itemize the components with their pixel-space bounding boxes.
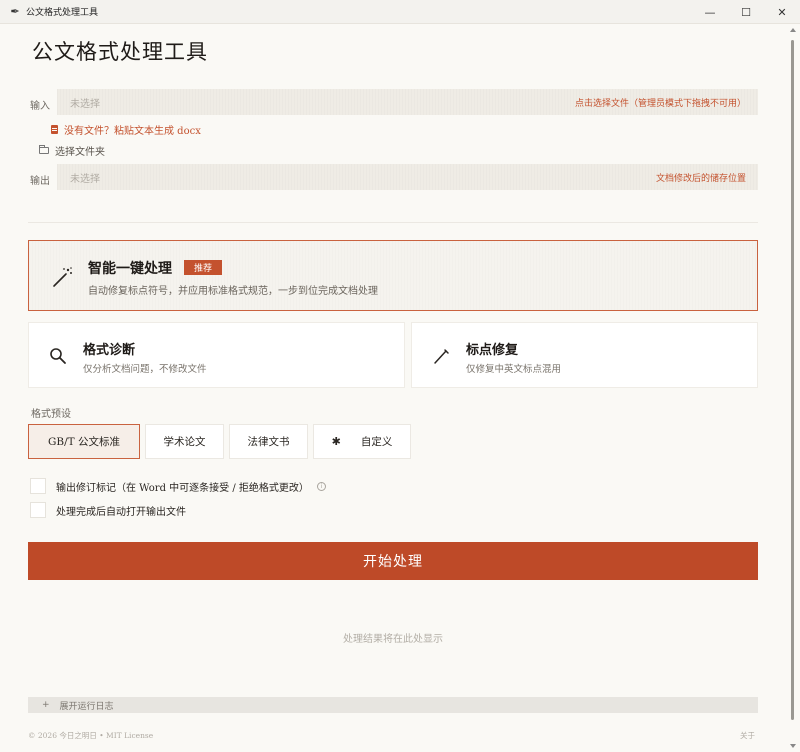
vertical-scrollbar[interactable] [786, 24, 800, 752]
input-file-field[interactable]: 未选择 点击选择文件（管理员模式下拖拽不可用） [57, 89, 758, 115]
preset-custom[interactable]: ✱ 自定义 [313, 424, 411, 459]
log-toggle-label: 展开运行日志 [59, 701, 114, 712]
input-hint: 点击选择文件（管理员模式下拖拽不可用） [574, 98, 746, 109]
format-preset-label: 格式预设 [31, 409, 71, 420]
output-label: 输出 [30, 176, 50, 187]
paste-text-link[interactable]: 没有文件？粘贴文本生成 docx [51, 122, 201, 137]
input-label: 输入 [30, 101, 50, 112]
punctuation-fix-card[interactable]: 标点修复 仅修复中英文标点混用 [411, 322, 758, 388]
paste-text-label: 没有文件？粘贴文本生成 docx [64, 126, 201, 137]
preset-academic[interactable]: 学术论文 [145, 424, 224, 459]
window-titlebar: ✒ 公文格式处理工具 — ☐ ✕ [0, 0, 800, 24]
smart-process-desc: 自动修复标点符号，并应用标准格式规范，一步到位完成文档处理 [88, 286, 378, 297]
punctuation-fix-title: 标点修复 [466, 343, 519, 358]
punctuation-fix-desc: 仅修复中英文标点混用 [466, 364, 562, 375]
format-diagnose-desc: 仅分析文档问题，不修改文件 [83, 364, 207, 375]
format-diagnose-title: 格式诊断 [83, 343, 136, 358]
window-title: 公文格式处理工具 [26, 8, 99, 18]
choose-folder-label: 选择文件夹 [55, 147, 105, 158]
preset-gbt[interactable]: GB/T 公文标准 [28, 424, 140, 459]
result-placeholder: 处理结果将在此处显示 [343, 634, 443, 645]
track-changes-label: 输出修订标记（在 Word 中可逐条接受 / 拒绝格式更改） [56, 482, 309, 494]
gear-icon: ✱ [331, 435, 341, 448]
document-icon [51, 125, 58, 134]
start-process-button[interactable]: 开始处理 [28, 542, 758, 580]
pen-icon [434, 349, 449, 364]
plus-icon: + [42, 700, 50, 710]
input-placeholder: 未选择 [70, 98, 100, 110]
search-icon [50, 348, 66, 364]
output-placeholder: 未选择 [70, 173, 100, 185]
smart-process-title: 智能一键处理 [88, 261, 172, 277]
log-toggle[interactable]: + 展开运行日志 [28, 697, 758, 713]
auto-open-option: 处理完成后自动打开输出文件 [30, 502, 186, 518]
recommended-badge: 推荐 [184, 260, 223, 275]
close-button[interactable]: ✕ [764, 0, 800, 24]
magic-wand-icon [53, 267, 72, 287]
track-changes-checkbox[interactable] [30, 478, 46, 494]
track-changes-option: 输出修订标记（在 Word 中可逐条接受 / 拒绝格式更改） i [30, 478, 326, 494]
preset-legal[interactable]: 法律文书 [229, 424, 308, 459]
feather-icon: ✒ [10, 5, 20, 18]
footer-copyright: © 2026 今日之明日 • MIT License [28, 731, 154, 740]
about-link[interactable]: 关于 [740, 730, 755, 741]
format-diagnose-card[interactable]: 格式诊断 仅分析文档问题，不修改文件 [28, 322, 405, 388]
preset-custom-label: 自定义 [360, 436, 393, 448]
section-divider [28, 222, 758, 223]
scroll-up-icon[interactable] [790, 28, 796, 32]
auto-open-checkbox[interactable] [30, 502, 46, 518]
smart-process-card[interactable]: 智能一键处理 推荐 自动修复标点符号，并应用标准格式规范，一步到位完成文档处理 [28, 240, 758, 311]
maximize-button[interactable]: ☐ [728, 0, 764, 24]
page-title: 公文格式处理工具 [32, 40, 208, 64]
output-hint: 文档修改后的储存位置 [655, 173, 746, 184]
choose-folder-link[interactable]: 选择文件夹 [39, 143, 105, 158]
window-controls: — ☐ ✕ [692, 0, 800, 24]
scroll-down-icon[interactable] [790, 744, 796, 748]
folder-icon [39, 145, 49, 154]
auto-open-label: 处理完成后自动打开输出文件 [56, 506, 186, 518]
info-icon[interactable]: i [316, 481, 326, 491]
scroll-thumb[interactable] [791, 40, 794, 720]
minimize-button[interactable]: — [692, 0, 728, 24]
output-file-field[interactable]: 未选择 文档修改后的储存位置 [57, 164, 758, 190]
